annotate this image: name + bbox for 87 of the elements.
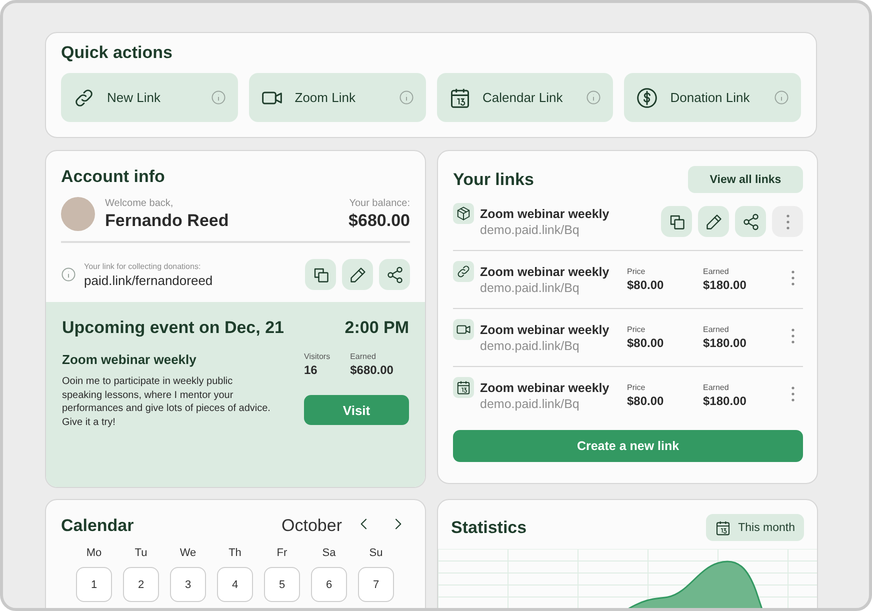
link-url: demo.paid.link/Bq [480, 222, 580, 236]
card-title: Your links [453, 170, 534, 190]
share-icon [742, 212, 760, 230]
earned-value: $180.00 [703, 394, 748, 408]
calendar-icon [715, 520, 732, 536]
price-value: $80.00 [627, 336, 665, 350]
event-time: 2:00 PM [344, 318, 409, 338]
visitors-label: Visitors [304, 352, 330, 361]
quick-action-button[interactable]: Zoom Link [248, 73, 426, 122]
more-icon [786, 214, 790, 230]
share-button[interactable] [379, 259, 410, 290]
weekday-label: Mo [85, 547, 103, 559]
share-icon [386, 266, 404, 284]
day-button[interactable]: 7 [358, 567, 394, 602]
donation-label: Your link for collecting donations: [84, 262, 202, 270]
link-title: Zoom webinar weekly [480, 206, 610, 220]
calendar-icon [448, 86, 470, 108]
day-button[interactable]: 1 [76, 567, 112, 602]
more-icon [791, 386, 795, 402]
day-button[interactable]: 3 [170, 567, 206, 602]
balance-value: $680.00 [348, 210, 410, 230]
link-title: Zoom webinar weekly [480, 322, 610, 336]
user-name: Fernando Reed [105, 210, 230, 230]
event-heading: Upcoming event on Dec, 21 [62, 318, 284, 338]
link-icon [73, 86, 95, 108]
event-description: Ooin me to participate in weekly public speaking lessons, where I mentor your performances and give lots of pieces of advice. Give it a try! [62, 375, 272, 429]
link-url: demo.paid.link/Bq [480, 396, 580, 410]
day-button[interactable]: 6 [311, 567, 347, 602]
more-icon [791, 328, 795, 344]
card-title: Account info [61, 167, 166, 187]
avatar [61, 197, 95, 231]
price-value: $80.00 [627, 278, 665, 292]
info-icon [774, 90, 789, 105]
quick-action-button[interactable]: New Link [61, 73, 238, 122]
price-label: Price [627, 267, 646, 276]
edit-button[interactable] [698, 206, 729, 237]
price-label: Price [627, 383, 646, 392]
link-url: demo.paid.link/Bq [480, 338, 580, 352]
visitors-value: 16 [304, 363, 318, 377]
month-label: October [282, 516, 342, 536]
link-title: Zoom webinar weekly [480, 264, 610, 278]
card-title: Statistics [451, 518, 527, 538]
weekday-label: Fr [276, 547, 288, 559]
earned-value: $680.00 [350, 363, 394, 377]
earned-value: $180.00 [703, 336, 748, 350]
copy-icon [668, 212, 686, 230]
info-icon [61, 267, 76, 282]
card-title: Calendar [61, 516, 135, 536]
copy-button[interactable] [305, 259, 336, 290]
card-title: Quick actions [61, 43, 174, 63]
share-button[interactable] [735, 206, 766, 237]
info-icon [210, 90, 226, 105]
copy-icon [312, 266, 330, 284]
period-button[interactable]: This month [706, 514, 804, 541]
info-icon [586, 90, 602, 105]
earned-label: Earned [350, 352, 377, 361]
more-icon [791, 270, 795, 286]
link-url: demo.paid.link/Bq [480, 280, 580, 294]
edit-button[interactable] [342, 259, 373, 290]
earned-label: Earned [703, 383, 730, 392]
view-all-button[interactable]: View all links [688, 166, 803, 193]
price-label: Price [627, 325, 646, 334]
day-button[interactable]: 4 [217, 567, 253, 602]
quick-action-button[interactable]: Donation Link [624, 73, 801, 122]
dollar-icon [636, 86, 658, 108]
weekday-label: Su [368, 547, 384, 559]
day-button[interactable]: 2 [123, 567, 159, 602]
weekday-label: Sa [321, 547, 337, 559]
earned-label: Earned [703, 267, 730, 276]
pencil-icon [704, 212, 722, 230]
weekday-label: We [178, 547, 198, 559]
info-icon [398, 90, 414, 105]
earned-value: $180.00 [703, 278, 748, 292]
earned-label: Earned [703, 325, 730, 334]
price-value: $80.00 [627, 394, 665, 408]
visit-button[interactable]: Visit [304, 395, 409, 425]
create-link-button[interactable]: Create a new link [453, 430, 803, 462]
pencil-icon [348, 266, 366, 284]
quick-action-button[interactable]: Calendar Link [436, 73, 614, 122]
balance-label: Your balance: [349, 198, 410, 208]
link-title: Zoom webinar weekly [480, 380, 610, 394]
welcome-text: Welcome back, [105, 198, 174, 208]
weekday-label: Tu [134, 547, 148, 559]
weekday-label: Th [228, 547, 242, 559]
day-button[interactable]: 5 [264, 567, 300, 602]
event-name: Zoom webinar weekly [62, 352, 198, 367]
copy-button[interactable] [661, 206, 692, 237]
